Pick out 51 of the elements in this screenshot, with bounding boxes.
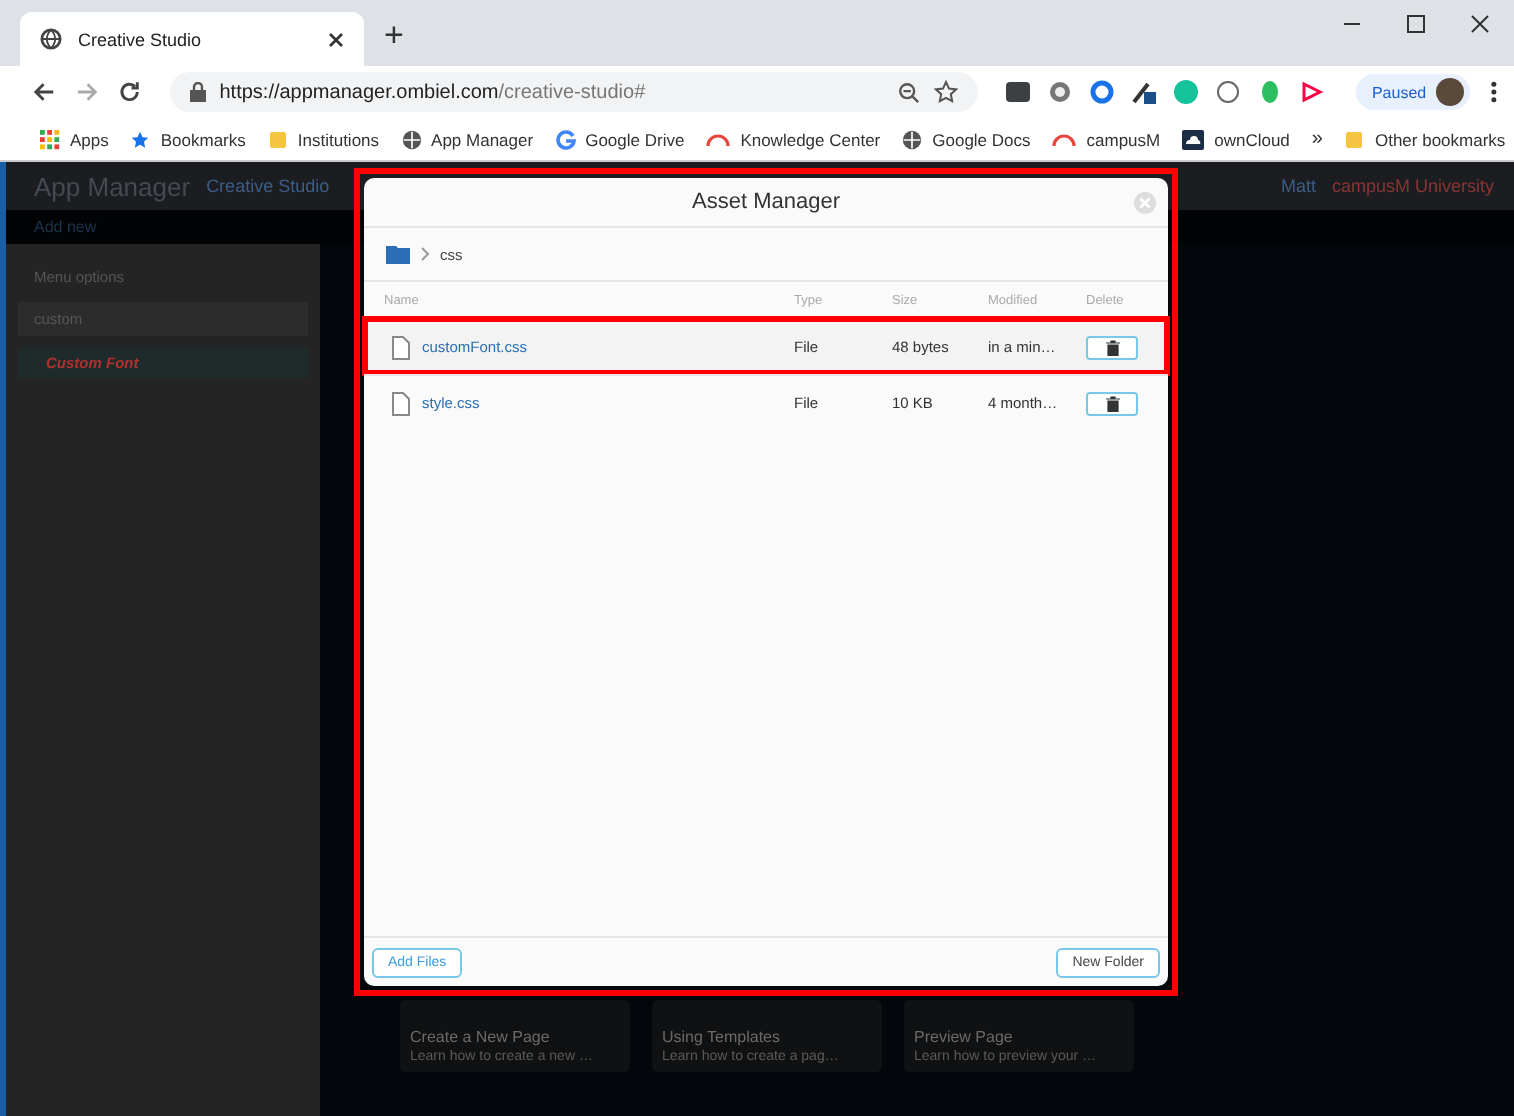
bookmark-link[interactable]: Institutions	[267, 129, 380, 149]
lock-icon	[189, 82, 206, 102]
bookmark-link[interactable]: Knowledge Center	[706, 129, 881, 149]
maximize-icon[interactable]	[1406, 14, 1426, 34]
star-icon	[130, 129, 151, 149]
card-title: Create a New Page	[410, 1028, 552, 1046]
star-icon[interactable]	[933, 80, 958, 104]
back-arrow-icon[interactable]	[32, 80, 56, 104]
grid-icon	[40, 129, 60, 149]
globe-icon	[902, 129, 923, 149]
bookmark-link[interactable]: ownCloud	[1182, 129, 1290, 149]
bookmark-link[interactable]: Google Drive	[555, 129, 685, 149]
extension-icon[interactable]	[1005, 80, 1030, 104]
bookmark-link[interactable]: Bookmarks	[130, 129, 246, 149]
cloud-icon	[1182, 129, 1205, 149]
address-bar[interactable]: https://appmanager.ombiel.com/creative-studio#	[169, 72, 978, 112]
globe-icon	[40, 28, 62, 50]
extension-icon[interactable]	[1131, 80, 1156, 104]
folder-icon	[1344, 129, 1365, 149]
app-subtitle: Creative Studio	[206, 176, 330, 196]
dialog-title: Asset Manager	[692, 190, 840, 214]
card-title: Using Templates	[662, 1028, 782, 1046]
reload-icon[interactable]	[118, 80, 142, 104]
new-tab-button[interactable]: +	[384, 16, 404, 56]
more-bookmarks-button[interactable]: »	[1311, 128, 1323, 150]
file-icon	[392, 335, 410, 359]
zoom-icon[interactable]	[897, 81, 920, 103]
browser-tab[interactable]: Creative Studio	[20, 12, 364, 66]
close-icon[interactable]	[1470, 14, 1490, 34]
card-title: Preview Page	[914, 1028, 1015, 1046]
bookmark-link[interactable]: Apps	[40, 129, 109, 149]
bookmark-link[interactable]: campusM	[1052, 129, 1161, 149]
arc-icon	[706, 131, 731, 147]
chevron-icon	[420, 246, 430, 262]
trash-icon	[1105, 339, 1119, 355]
trash-icon	[1105, 395, 1119, 411]
file-icon	[392, 391, 410, 415]
bookmark-link[interactable]: Other bookmarks	[1344, 129, 1506, 149]
bookmark-link[interactable]: App Manager	[401, 129, 534, 149]
delete-button[interactable]	[1086, 335, 1138, 359]
delete-button[interactable]	[1086, 391, 1138, 415]
g-logo-icon	[555, 129, 576, 149]
close-icon[interactable]	[328, 31, 344, 47]
globe-icon	[401, 129, 422, 149]
extension-icon[interactable]	[1215, 80, 1240, 104]
bookmark-link[interactable]: Google Docs	[902, 129, 1031, 149]
folder-icon	[267, 129, 288, 149]
arc-icon	[1052, 131, 1077, 147]
avatar-icon	[1436, 78, 1465, 106]
profile-button[interactable]: Paused	[1355, 74, 1471, 110]
menu-icon[interactable]	[1490, 80, 1498, 104]
